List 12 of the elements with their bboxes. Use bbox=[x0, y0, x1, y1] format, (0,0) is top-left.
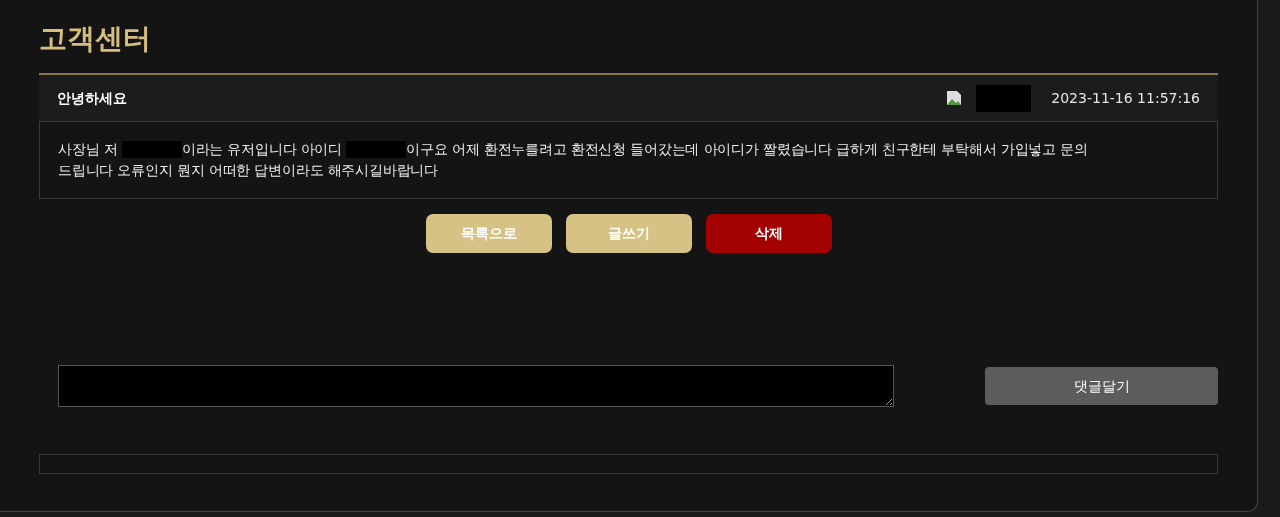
comment-submit-button[interactable]: 댓글달기 bbox=[985, 367, 1218, 405]
post-text: 드립니다 오류인지 뭔지 어떠한 답변이라도 해주시길바랍니다 bbox=[58, 161, 439, 180]
page-title: 고객센터 bbox=[39, 22, 151, 56]
broken-image-icon bbox=[946, 90, 963, 106]
post-text: 사장님 저 bbox=[58, 140, 119, 159]
comment-input[interactable] bbox=[58, 365, 894, 407]
post-date: 2023-11-16 11:57:16 bbox=[1051, 88, 1200, 108]
redaction-mark bbox=[976, 84, 1032, 112]
post-subject: 안녕하세요 bbox=[57, 88, 127, 108]
post-text: 이구요 어제 환전누를려고 환전신청 들어갔는데 아이디가 짤렸습니다 급하게 친구한테 부탁해서 가입넣고 문의 bbox=[406, 140, 1088, 159]
delete-button[interactable]: 삭제 bbox=[705, 214, 832, 253]
post-text: 이라는 유저입니다 아이디 bbox=[181, 140, 343, 159]
